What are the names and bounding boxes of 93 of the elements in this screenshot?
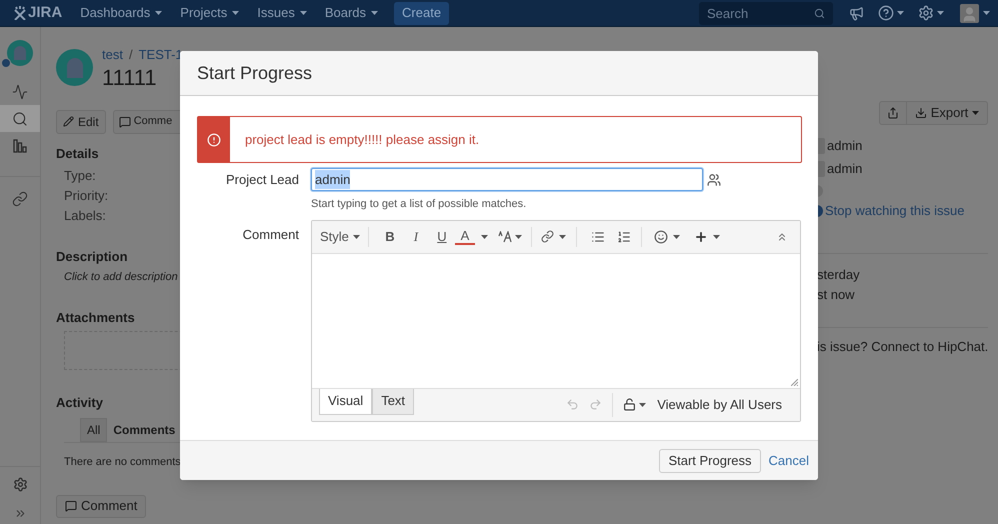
share-icon [886,107,899,119]
visibility-label[interactable]: Viewable by All Users [657,394,782,414]
caret-icon [937,11,944,15]
caret-icon [712,234,720,238]
field-label: Type: [64,166,96,185]
unlock-icon[interactable] [623,398,636,411]
nav-menu[interactable]: Boards [324,3,378,23]
person-name: admin [827,136,862,155]
settings-icon[interactable] [12,477,28,492]
share-button[interactable] [878,101,907,125]
nav-menu[interactable]: Issues [257,3,307,23]
editor-mode-tab[interactable]: Visual [319,388,372,414]
field-label: Comment [242,226,299,244]
speech-bubble-icon [118,116,131,128]
comment-button[interactable]: Comment [56,494,146,518]
field-label: Priority: [64,186,108,205]
section-heading: Description [56,248,128,266]
bar-chart-icon [12,138,28,154]
error-text: project lead is empty!!!!! please assign it. [245,130,480,149]
help-icon[interactable] [878,5,894,21]
text-color-button[interactable]: A [454,228,475,244]
section-heading: Attachments [56,308,135,326]
search-icon [814,8,825,18]
caret-icon [155,11,162,15]
caret-icon [672,234,680,238]
caret-icon [514,234,522,238]
user-picker-icon[interactable] [707,172,721,186]
link-icon [12,190,28,206]
bullet-list-icon[interactable] [590,230,605,244]
project-avatar[interactable] [7,40,33,66]
project-link[interactable]: test [102,45,123,64]
date-value: st now [817,286,855,304]
dialog-title: Start Progress [197,62,312,85]
date-value: sterday [817,266,860,284]
caret-icon [352,234,360,238]
activity-tab[interactable]: Comments [107,418,182,442]
watch-link[interactable]: Stop watching this issue [825,201,964,221]
download-icon [914,107,927,119]
caret-icon [300,11,307,15]
field-hint: Start typing to get a list of possible matches. [311,197,526,212]
caret-icon [558,234,566,238]
caret-icon [983,11,990,15]
emoji-icon[interactable] [654,230,668,244]
style-dropdown[interactable]: Style [320,226,369,246]
insert-icon[interactable] [694,230,708,244]
cancel-link[interactable]: Cancel [768,450,809,470]
edit-button[interactable]: Edit [56,110,106,134]
underline-button[interactable]: U [428,226,455,246]
sidebar-item[interactable] [0,105,40,132]
section-heading: Activity [56,394,103,412]
speech-bubble-icon [65,500,77,512]
search-field[interactable]: Search [699,2,833,24]
activity-icon [12,84,28,100]
settings-icon[interactable] [918,5,934,21]
editor-mode-tab[interactable]: Text [372,388,414,414]
breadcrumb-separator: / [128,46,133,64]
logo-text: JIRA [28,2,62,23]
person-name: admin [827,160,862,178]
numbered-list-icon[interactable] [616,230,631,244]
description-placeholder[interactable]: Click to add description [64,266,178,286]
empty-comments-text: There are no comments [64,454,181,470]
issue-key-link[interactable]: TEST-1 [138,45,183,64]
caret-icon [972,111,980,115]
bold-button[interactable]: B [376,226,403,246]
project-lead-field[interactable]: admin [311,168,703,191]
nav-menu[interactable]: Dashboards [80,3,162,23]
collapse-icon[interactable] [776,230,788,242]
field-label: Project Lead [225,170,299,189]
caret-icon [897,11,904,15]
search-icon [12,110,28,126]
export-button[interactable]: Export [906,101,988,125]
project-avatar [56,49,93,86]
caret-icon [371,11,378,15]
nav-menu[interactable]: Projects [180,3,240,23]
pencil-icon [63,116,74,127]
issue-title: 11111 [102,64,158,90]
link-icon[interactable] [540,230,554,243]
hipchat-text: is issue? Connect to HipChat. [817,338,988,356]
start-progress-button[interactable]: Start Progress [659,448,761,472]
caret-icon [232,11,240,15]
section-heading: Details [56,144,100,162]
activity-tab[interactable]: All [80,418,108,442]
alert-icon [207,132,221,146]
caret-icon [639,402,646,406]
megaphone-icon[interactable] [849,6,864,20]
resize-handle-icon[interactable] [791,378,798,386]
field-label: Labels: [64,206,106,224]
expand-icon[interactable] [14,507,26,520]
create-button[interactable]: Create [394,2,450,24]
logo-icon [14,6,26,20]
caret-icon [480,234,488,238]
font-size-icon[interactable] [498,230,512,242]
italic-button[interactable]: I [402,226,429,246]
